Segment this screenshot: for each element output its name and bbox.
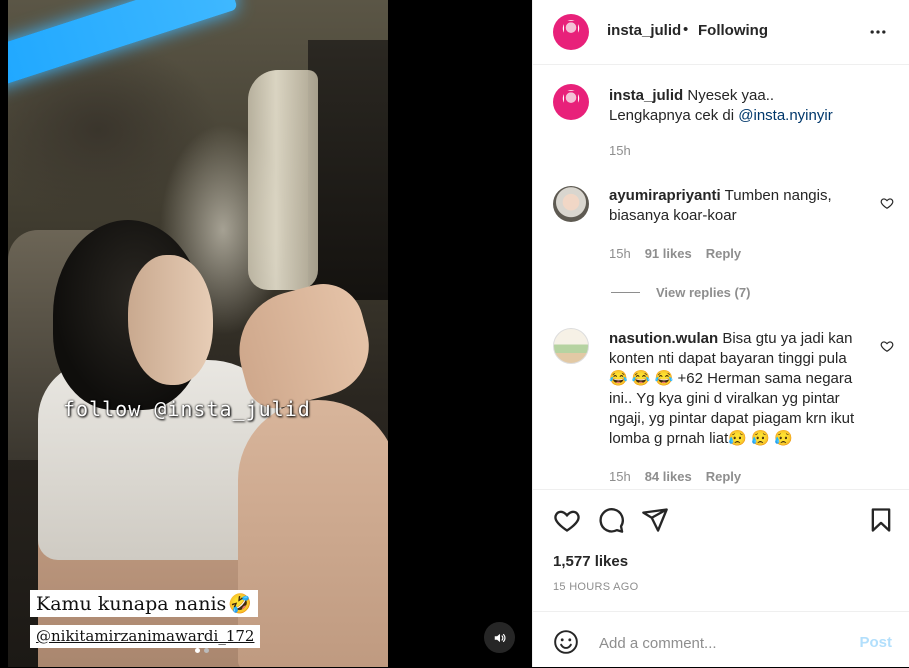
- likes-count[interactable]: 1,577 likes: [553, 553, 628, 570]
- post-media: follow @insta_julid Kamu kunapa nanis 🤣 @…: [0, 0, 532, 667]
- author-avatar[interactable]: [553, 14, 589, 50]
- reply-button[interactable]: Reply: [706, 469, 741, 484]
- view-replies-line: [611, 292, 640, 293]
- view-replies-label: View replies (7): [656, 285, 751, 300]
- comment-likes[interactable]: 91 likes: [645, 246, 692, 261]
- caption-avatar[interactable]: [553, 84, 589, 120]
- caption-body: insta_julid Nyesek yaa.. Lengkapnya cek …: [609, 86, 889, 126]
- header-separator: •: [683, 21, 689, 38]
- comment-body: nasution.wulan Bisa gtu ya jadi kan kont…: [609, 329, 864, 449]
- post-header: insta_julid • Following: [533, 0, 909, 65]
- person-knee: [238, 400, 388, 667]
- video-caption-text: Kamu kunapa nanis: [36, 593, 227, 615]
- rofl-emoji: 🤣: [228, 593, 252, 615]
- laughing-emoji: 😂 😂 😂: [609, 370, 674, 387]
- comment-meta: 15h 91 likes Reply: [609, 246, 741, 261]
- commenter-avatar[interactable]: [553, 328, 589, 364]
- post-timestamp[interactable]: 15 HOURS AGO: [553, 581, 639, 593]
- comment-meta: 15h 84 likes Reply: [609, 469, 741, 484]
- following-button[interactable]: Following: [698, 22, 768, 39]
- add-comment-bar: Post: [533, 611, 909, 668]
- comment-timestamp[interactable]: 15h: [609, 469, 631, 484]
- like-heart-icon[interactable]: [553, 506, 581, 534]
- comment-likes[interactable]: 84 likes: [645, 469, 692, 484]
- video-caption: Kamu kunapa nanis 🤣: [30, 590, 258, 617]
- video-frame[interactable]: follow @insta_julid Kamu kunapa nanis 🤣 @…: [8, 0, 388, 667]
- carousel-dots: [195, 648, 209, 653]
- caption-text-line1: Nyesek yaa..: [687, 87, 775, 104]
- caption-timestamp[interactable]: 15h: [609, 143, 631, 158]
- video-watermark: follow @insta_julid: [63, 397, 311, 421]
- ceiling-light: [8, 0, 238, 90]
- more-icon[interactable]: [868, 22, 888, 42]
- emoji-icon[interactable]: [553, 629, 579, 655]
- share-paper-plane-icon[interactable]: [641, 506, 669, 534]
- speaker-icon: [494, 633, 505, 642]
- car-curtain: [248, 70, 318, 290]
- commenter-username[interactable]: nasution.wulan: [609, 330, 718, 347]
- carousel-dot: [204, 648, 209, 653]
- heart-icon[interactable]: [880, 339, 894, 353]
- bookmark-icon[interactable]: [867, 506, 895, 534]
- caption-username[interactable]: insta_julid: [609, 87, 683, 104]
- post-button[interactable]: Post: [859, 634, 892, 651]
- video-handle: @nikitamirzanimawardi_172: [30, 625, 261, 648]
- author-username[interactable]: insta_julid: [607, 22, 681, 39]
- comment-body: ayumirapriyanti Tumben nangis, biasanya …: [609, 186, 864, 226]
- person-face: [128, 255, 213, 385]
- heart-icon[interactable]: [880, 196, 894, 210]
- commenter-username[interactable]: ayumirapriyanti: [609, 187, 721, 204]
- commenter-avatar[interactable]: [553, 186, 589, 222]
- comment-timestamp[interactable]: 15h: [609, 246, 631, 261]
- car-window: [308, 40, 388, 300]
- sound-toggle-button[interactable]: [484, 622, 515, 653]
- comment-bubble-icon[interactable]: [597, 506, 625, 534]
- sad-emoji: 😥 😥 😥: [728, 430, 793, 447]
- post-details-panel: insta_julid • Following insta_julid Nyes…: [532, 0, 909, 667]
- caption-mention-link[interactable]: @insta.nyinyir: [738, 107, 832, 124]
- view-replies-button[interactable]: View replies (7): [611, 285, 750, 300]
- reply-button[interactable]: Reply: [706, 246, 741, 261]
- caption-text-line2: Lengkapnya cek di: [609, 107, 735, 124]
- comment-input[interactable]: [597, 630, 851, 656]
- carousel-dot-active: [195, 648, 200, 653]
